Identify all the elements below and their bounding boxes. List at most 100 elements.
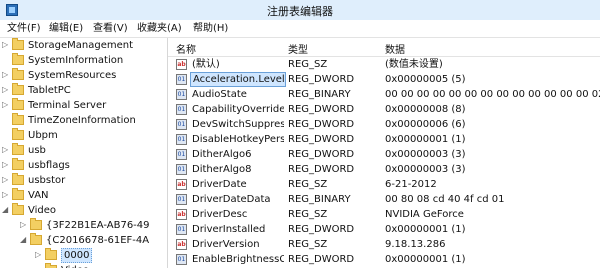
value-data: NVIDIA GeForce <box>385 209 464 220</box>
value-row[interactable]: 01 DisableHotkeyPers... REG_DWORD 0x0000000… <box>168 132 600 147</box>
tree-item-label: Terminal Server <box>28 100 107 111</box>
expand-arrow-icon[interactable]: ▷ <box>2 191 10 199</box>
folder-icon <box>12 173 24 185</box>
value-name: DriverInstalled <box>192 224 266 235</box>
registry-key-tree[interactable]: ▷ StorageManagement SystemInformation ▷ Syst… <box>0 38 168 268</box>
expand-arrow-icon[interactable]: ▷ <box>2 176 10 184</box>
column-header-type[interactable]: 类型 <box>288 41 308 56</box>
collapse-arrow-icon[interactable]: ◢ <box>2 206 10 214</box>
registry-value-list[interactable]: 名称 类型 数据 ab (默认) REG_SZ (数值未设置) 01 Accelerati… <box>168 38 600 268</box>
value-name: DevSwitchSuppres... <box>192 119 284 130</box>
value-name: DriverDateData <box>192 194 271 205</box>
value-row[interactable]: 01 Acceleration.Level REG_DWORD 0x00000005 … <box>168 72 600 87</box>
value-name: AudioState <box>192 89 247 100</box>
value-type: REG_DWORD <box>288 104 355 115</box>
value-name: EnableBrightnessC... <box>192 254 284 265</box>
value-row[interactable]: ab DriverDesc REG_SZ NVIDIA GeForce <box>168 207 600 222</box>
value-type: REG_DWORD <box>288 74 355 85</box>
window-title: 注册表编辑器 <box>267 5 333 18</box>
expand-arrow-icon[interactable]: ▷ <box>2 146 10 154</box>
binary-value-icon: 01 <box>176 104 187 115</box>
value-name: (默认) <box>192 59 220 70</box>
menu-favorites[interactable]: 收藏夹(A) <box>134 22 185 35</box>
value-data: (数值未设置) <box>385 59 443 70</box>
tree-item-label: {C2016678-61EF-4A <box>46 235 150 246</box>
value-data: 00 80 08 cd 40 4f cd 01 <box>385 194 505 205</box>
value-row[interactable]: 01 EnableBrightnessC... REG_DWORD 0x0000000… <box>168 252 600 267</box>
value-row[interactable]: ab (默认) REG_SZ (数值未设置) <box>168 57 600 72</box>
value-type: REG_BINARY <box>288 89 351 100</box>
tree-item-label: usb <box>28 145 46 156</box>
expand-arrow-icon <box>2 56 10 64</box>
expand-arrow-icon[interactable]: ▷ <box>2 101 10 109</box>
folder-icon <box>12 83 24 95</box>
tree-item-label: TabletPC <box>28 85 71 96</box>
value-type: REG_DWORD <box>288 149 355 160</box>
value-name: DitherAlgo8 <box>192 164 252 175</box>
value-type: REG_SZ <box>288 179 328 190</box>
binary-value-icon: 01 <box>176 254 187 265</box>
value-row[interactable]: 01 DriverDateData REG_BINARY 00 80 08 cd 40… <box>168 192 600 207</box>
tree-item-label: SystemResources <box>28 70 117 81</box>
expand-arrow-icon[interactable]: ▷ <box>2 86 10 94</box>
column-header-name[interactable]: 名称 <box>176 41 196 56</box>
tree-item-label: 0000 <box>61 248 93 263</box>
string-value-icon: ab <box>176 59 187 70</box>
value-name: CapabilityOverride <box>192 104 284 115</box>
menu-view[interactable]: 查看(V) <box>90 22 131 35</box>
binary-value-icon: 01 <box>176 164 187 175</box>
value-data: 0x00000001 (1) <box>385 134 466 145</box>
value-type: REG_DWORD <box>288 119 355 130</box>
value-type: REG_DWORD <box>288 254 355 265</box>
value-name: DitherAlgo6 <box>192 149 252 160</box>
expand-arrow-icon[interactable]: ▷ <box>35 251 43 259</box>
binary-value-icon: 01 <box>176 89 187 100</box>
menu-file[interactable]: 文件(F) <box>4 22 44 35</box>
value-name: DriverDesc <box>192 209 248 220</box>
value-name: DriverVersion <box>192 239 260 250</box>
value-data: 0x00000008 (8) <box>385 104 466 115</box>
value-row[interactable]: 01 DitherAlgo6 REG_DWORD 0x00000003 (3) <box>168 147 600 162</box>
expand-arrow-icon[interactable]: ▷ <box>2 41 10 49</box>
value-row[interactable]: 01 AudioState REG_BINARY 00 00 00 00 00 00 … <box>168 87 600 102</box>
binary-value-icon: 01 <box>176 134 187 145</box>
value-row[interactable]: ab DriverDate REG_SZ 6-21-2012 <box>168 177 600 192</box>
binary-value-icon: 01 <box>176 194 187 205</box>
value-row[interactable]: 01 DevSwitchSuppres... REG_DWORD 0x00000006… <box>168 117 600 132</box>
value-row[interactable]: 01 DriverInstalled REG_DWORD 0x00000001 (1) <box>168 222 600 237</box>
column-header-data[interactable]: 数据 <box>385 41 405 56</box>
value-row[interactable]: ab DriverVersion REG_SZ 9.18.13.286 <box>168 237 600 252</box>
tree-item-label: SystemInformation <box>28 55 124 66</box>
folder-icon <box>45 248 57 260</box>
expand-arrow-icon[interactable]: ▷ <box>20 221 28 229</box>
folder-icon <box>12 128 24 140</box>
folder-icon <box>12 158 24 170</box>
expand-arrow-icon <box>2 131 10 139</box>
value-data: 0x00000003 (3) <box>385 164 466 175</box>
tree-item-label: Ubpm <box>28 130 58 141</box>
binary-value-icon: 01 <box>176 119 187 130</box>
value-name: DriverDate <box>192 179 247 190</box>
value-type: REG_DWORD <box>288 134 355 145</box>
string-value-icon: ab <box>176 209 187 220</box>
expand-arrow-icon[interactable]: ▷ <box>2 161 10 169</box>
menu-edit[interactable]: 编辑(E) <box>46 22 86 35</box>
tree-item-label: usbflags <box>28 160 70 171</box>
tree-item-label: VAN <box>28 190 49 201</box>
folder-icon <box>12 38 24 50</box>
value-type: REG_SZ <box>288 239 328 250</box>
expand-arrow-icon[interactable]: ▷ <box>2 71 10 79</box>
string-value-icon: ab <box>176 239 187 250</box>
value-row[interactable]: 01 CapabilityOverride REG_DWORD 0x00000008 … <box>168 102 600 117</box>
value-type: REG_DWORD <box>288 224 355 235</box>
value-type: REG_BINARY <box>288 194 351 205</box>
tree-item-label: Video <box>61 263 89 268</box>
collapse-arrow-icon[interactable]: ◢ <box>20 236 28 244</box>
folder-icon <box>30 233 42 245</box>
menu-help[interactable]: 帮助(H) <box>190 22 231 35</box>
value-row[interactable]: 01 DitherAlgo8 REG_DWORD 0x00000003 (3) <box>168 162 600 177</box>
value-data: 0x00000001 (1) <box>385 224 466 235</box>
binary-value-icon: 01 <box>176 224 187 235</box>
tree-item-label: Video <box>28 205 57 216</box>
value-data: 0x00000001 (1) <box>385 254 466 265</box>
